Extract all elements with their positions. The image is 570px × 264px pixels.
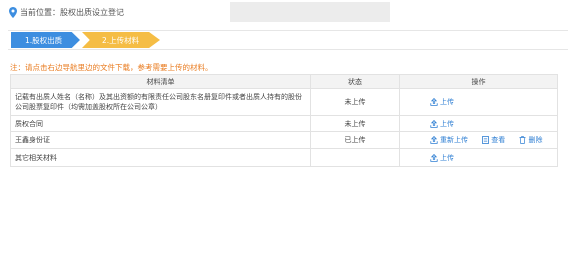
table-row: 王鑫身份证 已上传 重新上传 查看 删除 bbox=[10, 131, 558, 149]
upload-button[interactable]: 上传 bbox=[430, 98, 454, 106]
view-button[interactable]: 查看 bbox=[482, 136, 507, 144]
status-badge bbox=[310, 148, 400, 167]
table-row: 质权合同 未上传 上传 bbox=[10, 115, 558, 132]
trash-icon bbox=[519, 136, 526, 144]
delete-label: 删除 bbox=[528, 136, 543, 144]
upload-icon bbox=[430, 153, 438, 162]
document-icon bbox=[482, 136, 490, 144]
reupload-label: 重新上传 bbox=[440, 136, 468, 144]
upload-icon bbox=[430, 136, 438, 144]
delete-button[interactable]: 删除 bbox=[519, 136, 542, 144]
redacted-area bbox=[230, 2, 390, 22]
reupload-button[interactable]: 重新上传 bbox=[430, 136, 470, 144]
status-badge: 已上传 bbox=[310, 131, 400, 149]
header-status: 状态 bbox=[310, 74, 400, 89]
upload-label: 上传 bbox=[440, 98, 454, 106]
upload-icon bbox=[430, 119, 438, 128]
material-name: 记载有出质人姓名（名称）及其出资额的有限责任公司股东名册复印件或者出质人持有的股… bbox=[10, 88, 311, 116]
actions-cell: 上传 bbox=[399, 88, 558, 116]
actions-cell: 上传 bbox=[399, 115, 558, 132]
table-header-row: 材料清单 状态 操作 bbox=[10, 74, 558, 89]
upload-icon bbox=[430, 98, 438, 106]
breadcrumb: 当前位置：股权出质设立登记 bbox=[20, 8, 124, 17]
material-name: 质权合同 bbox=[10, 115, 311, 132]
actions-cell: 上传 bbox=[399, 148, 558, 167]
status-badge: 未上传 bbox=[310, 115, 400, 132]
step-upload-materials[interactable]: 2.上传材料 bbox=[82, 32, 160, 48]
step-equity-pledge[interactable]: 1.股权出质 bbox=[11, 32, 80, 48]
materials-table: 材料清单 状态 操作 记载有出质人姓名（名称）及其出资额的有限责任公司股东名册复… bbox=[10, 74, 558, 167]
status-badge: 未上传 bbox=[310, 88, 400, 116]
view-label: 查看 bbox=[491, 136, 506, 144]
header-materials: 材料清单 bbox=[10, 74, 311, 89]
step-indicator: 1.股权出质 2.上传材料 bbox=[8, 30, 568, 50]
upload-label: 上传 bbox=[440, 153, 454, 162]
material-name: 王鑫身份证 bbox=[10, 131, 311, 149]
table-row: 记载有出质人姓名（名称）及其出资额的有限责任公司股东名册复印件或者出质人持有的股… bbox=[10, 88, 558, 116]
upload-button[interactable]: 上传 bbox=[430, 153, 454, 162]
header-actions: 操作 bbox=[399, 74, 558, 89]
actions-cell: 重新上传 查看 删除 bbox=[399, 131, 558, 149]
table-row: 其它相关材料 上传 bbox=[10, 148, 558, 167]
top-bar: 当前位置：股权出质设立登记 bbox=[0, 0, 570, 26]
notice-text: 注：请点击右边导航里边的文件下载，参考需要上传的材料。 bbox=[10, 63, 213, 72]
step-label: 1.股权出质 bbox=[25, 36, 63, 45]
location-pin-icon bbox=[9, 7, 17, 18]
step-label: 2.上传材料 bbox=[102, 36, 140, 45]
upload-button[interactable]: 上传 bbox=[430, 119, 454, 128]
upload-label: 上传 bbox=[440, 119, 454, 128]
material-name: 其它相关材料 bbox=[10, 148, 311, 167]
